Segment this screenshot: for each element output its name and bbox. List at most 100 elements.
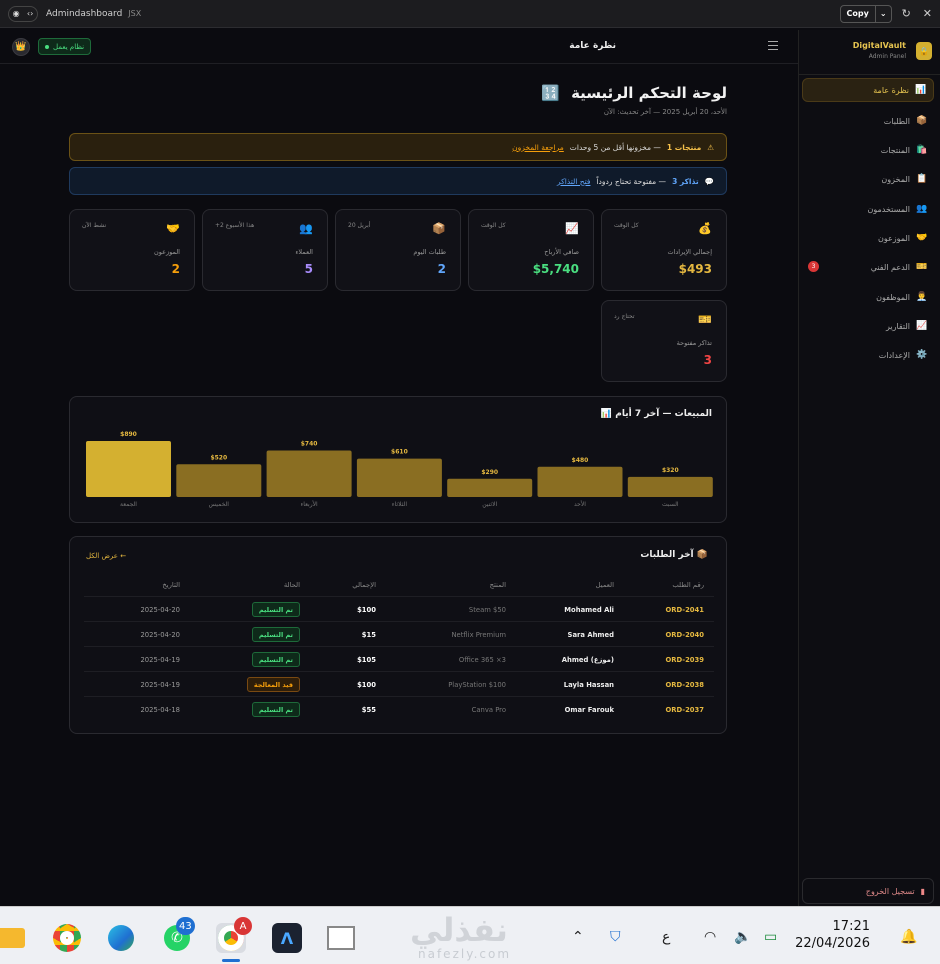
order-date: 2025-04-19	[140, 681, 180, 689]
chrome-icon[interactable]	[52, 923, 82, 953]
stat-card-value: 5	[304, 262, 313, 276]
sidebar-item-icon: ⚙️	[916, 350, 928, 360]
sidebar-item-1[interactable]: الطلبات 📦	[802, 109, 934, 133]
category-label-4: الاثنين	[482, 501, 497, 508]
sidebar-item-icon: 🎫	[916, 262, 928, 272]
view-toggle[interactable]: ◉ ‹›	[8, 5, 38, 22]
orders-header-divider	[84, 596, 714, 597]
edge-icon[interactable]	[106, 923, 136, 953]
stat-card-value: $493	[678, 262, 712, 276]
bar-value-label-1: $520	[210, 454, 227, 461]
copy-button-group[interactable]: Copy ⌄	[839, 4, 892, 23]
app-toolbar: ◉ ‹› Admindashboard JSX Copy ⌄ ↻ ✕	[0, 0, 940, 28]
chevron-up-icon[interactable]: ⌃	[572, 929, 584, 945]
low-stock-text: مخزونها أقل من 5 وحدات —	[569, 142, 661, 152]
bar-4[interactable]	[447, 478, 533, 497]
copy-button[interactable]: Copy	[841, 6, 875, 22]
open-tickets-count: 3 تذاكر	[672, 176, 699, 186]
close-icon[interactable]: ✕	[923, 7, 932, 20]
order-customer: Sara Ahmed	[567, 631, 614, 639]
order-id[interactable]: ORD-2038	[665, 681, 704, 689]
bar-2[interactable]	[266, 450, 352, 497]
sidebar-item-0[interactable]: نظرة عامة 📊	[802, 78, 934, 102]
category-label-0: الجمعة	[120, 501, 137, 508]
crown-icon[interactable]: 👑	[12, 38, 30, 56]
stat-card-tag: كل الوقت	[481, 222, 506, 229]
open-tickets-alert: فتح التذاكر مفتوحة تحتاج ردوداً — 3 تذاك…	[69, 167, 727, 195]
support-badge: 3	[808, 261, 819, 272]
clock[interactable]: 17:21 22/04/2026	[795, 919, 870, 951]
order-id[interactable]: ORD-2037	[665, 706, 704, 714]
sidebar-item-6[interactable]: الدعم الفني 🎫 3	[802, 255, 934, 279]
status-badge: تم التسليم	[251, 652, 300, 667]
order-id[interactable]: ORD-2041	[665, 606, 704, 614]
order-product: Steam $50	[468, 606, 506, 614]
window-app-icon[interactable]	[326, 923, 356, 953]
status-badge: تم التسليم	[251, 627, 300, 642]
order-total: $15	[361, 631, 376, 639]
orders-header-4: الحالة	[283, 581, 300, 589]
stat-card-0: 💰 كل الوقت إجمالي الإيرادات $493	[601, 209, 727, 291]
order-date: 2025-04-20	[140, 631, 180, 639]
taskbar: ✆ 43 A Λ نفذلي nafezly.com ⌃ ⛉ ع ◠ 🔈 ▭ 1…	[0, 906, 940, 964]
stat-card-label: طلبات اليوم	[413, 248, 446, 256]
bar-5[interactable]	[537, 466, 623, 497]
sidebar-item-label: الطلبات	[883, 116, 910, 126]
open-tickets-link[interactable]: فتح التذاكر	[557, 177, 590, 186]
brand-subtitle: Admin Panel	[868, 53, 906, 60]
wifi-icon[interactable]: ◠	[704, 929, 716, 945]
status-badge: تم التسليم	[251, 702, 300, 717]
file-explorer-icon[interactable]	[0, 923, 26, 953]
eye-icon[interactable]: ◉	[13, 9, 20, 18]
active-indicator	[222, 959, 240, 962]
arc-app-icon[interactable]: Λ	[272, 923, 302, 953]
stat-card-label: إجمالي الإيرادات	[667, 248, 712, 256]
code-icon[interactable]: ‹›	[27, 9, 33, 18]
system-status-label: نظام يعمل	[53, 42, 85, 51]
notification-bell-icon[interactable]: 🔔	[900, 929, 917, 945]
sidebar-divider	[799, 74, 940, 75]
system-status-badge: نظام يعمل	[38, 38, 92, 55]
stat-card-tag: 20 أبريل	[348, 222, 371, 229]
order-id[interactable]: ORD-2040	[665, 631, 704, 639]
sidebar-item-label: التقارير	[885, 321, 910, 331]
logout-button[interactable]: تسجيل الخروج ▮	[802, 878, 934, 904]
category-label-5: الأحد	[574, 500, 586, 508]
sidebar-item-2[interactable]: المنتجات 🛍️	[802, 138, 934, 162]
sidebar-item-9[interactable]: الإعدادات ⚙️	[802, 343, 934, 367]
dashboard-icon: 🔢	[541, 84, 560, 102]
order-id[interactable]: ORD-2039	[665, 656, 704, 664]
review-stock-link[interactable]: مراجعة المخزون	[512, 143, 564, 152]
whatsapp-badge: 43	[176, 917, 195, 935]
chevron-down-icon[interactable]: ⌄	[874, 5, 891, 22]
sidebar-item-4[interactable]: المستخدمون 👥	[802, 197, 934, 221]
box-icon: 📦	[696, 550, 708, 560]
view-all-link[interactable]: عرض الكل ←	[86, 552, 126, 560]
refresh-icon[interactable]: ↻	[902, 7, 911, 20]
menu-icon[interactable]	[768, 41, 778, 50]
stat-card-icon: 📈	[565, 222, 579, 235]
header-page-title: نظرة عامة	[569, 41, 616, 51]
battery-icon[interactable]: ▭	[764, 929, 777, 945]
sidebar-item-7[interactable]: الموظفون 👨‍💼	[802, 285, 934, 309]
stat-card-label: العملاء	[295, 248, 313, 256]
sidebar-item-icon: 📈	[916, 321, 928, 331]
sidebar: 🔒 DigitalVault Admin Panel نظرة عامة 📊 الط…	[798, 30, 940, 906]
stat-card-icon: 💰	[698, 222, 712, 235]
shield-icon[interactable]: ⛉	[610, 929, 621, 945]
category-label-6: السبت	[662, 501, 679, 508]
language-indicator[interactable]: ع	[662, 929, 670, 945]
stat-card-icon: 📦	[432, 222, 446, 235]
sidebar-item-icon: 📊	[915, 85, 927, 95]
bar-6[interactable]	[627, 476, 713, 497]
bar-1[interactable]	[176, 464, 262, 497]
bar-0[interactable]	[86, 441, 171, 497]
stat-card-label: تذاكر مفتوحة	[676, 339, 712, 347]
volume-icon[interactable]: 🔈	[734, 929, 751, 945]
sidebar-item-3[interactable]: المخزون 📋	[802, 167, 934, 191]
order-date: 2025-04-19	[140, 656, 180, 664]
sidebar-item-8[interactable]: التقارير 📈	[802, 314, 934, 338]
bar-3[interactable]	[356, 458, 442, 497]
sidebar-item-5[interactable]: الموزعون 🤝	[802, 226, 934, 250]
order-total: $100	[357, 606, 376, 614]
